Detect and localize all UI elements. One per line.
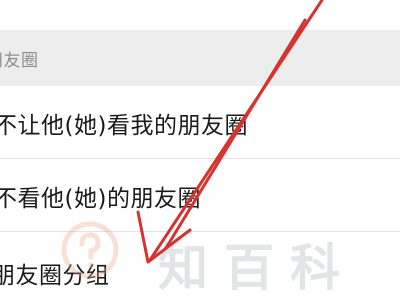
menu-item-hide-my-moments[interactable]: 不让他(她)看我的朋友圈 (0, 86, 400, 158)
section-header-label: 朋友圈 (0, 51, 39, 71)
settings-screen: 朋友圈 不让他(她)看我的朋友圈 不看他(她)的朋友圈 朋友圈分组 知百科 (0, 0, 400, 300)
menu-item-label: 朋友圈分组 (0, 263, 110, 289)
menu-item-moments-groups[interactable]: 朋友圈分组 (0, 232, 400, 300)
menu-item-label: 不让他(她)看我的朋友圈 (0, 113, 248, 139)
menu-item-hide-their-moments[interactable]: 不看他(她)的朋友圈 (0, 159, 400, 231)
menu-item-label: 不看他(她)的朋友圈 (0, 186, 201, 212)
section-header-moments: 朋友圈 (0, 30, 400, 86)
previous-row-remnant (0, 0, 400, 30)
